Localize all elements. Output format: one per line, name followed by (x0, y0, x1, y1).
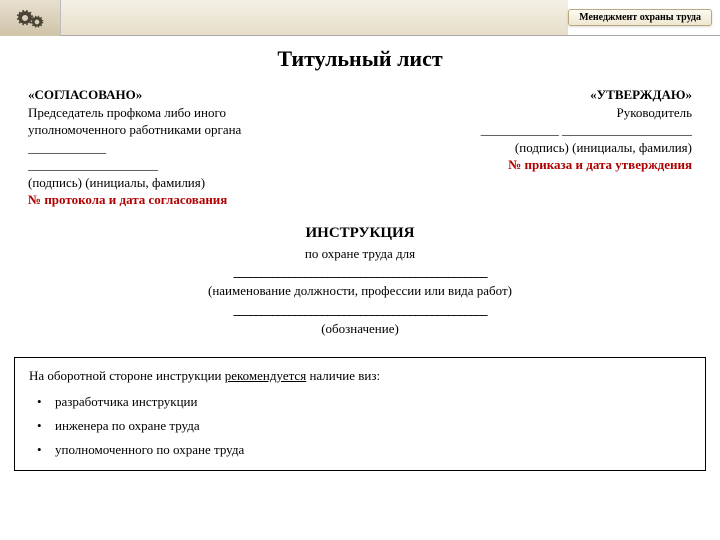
footer-box: На оборотной стороне инструкции рекоменд… (14, 357, 706, 471)
footer-intro: На оборотной стороне инструкции рекоменд… (29, 368, 691, 384)
approval-columns: «СОГЛАСОВАНО» Председатель профкома либо… (0, 86, 720, 209)
instruction-for: по охране труда для (28, 245, 692, 264)
list-item: разработчика инструкции (29, 390, 691, 414)
instruction-title: ИНСТРУКЦИЯ (28, 223, 692, 245)
approve-heading: «УТВЕРЖДАЮ» (372, 86, 692, 104)
agreed-line: Председатель профкома либо иного (28, 104, 348, 122)
footer-intro-text: наличие виз: (306, 368, 380, 383)
blank-line: ____________________ (28, 156, 348, 174)
header-bar: Менеджмент охраны труда (0, 0, 720, 36)
order-note: № приказа и дата утверждения (372, 156, 692, 174)
sign-hint: (подпись) (инициалы, фамилия) (28, 174, 348, 192)
agreed-heading: «СОГЛАСОВАНО» (28, 86, 348, 104)
instruction-block: ИНСТРУКЦИЯ по охране труда для _________… (0, 223, 720, 339)
agreed-block: «СОГЛАСОВАНО» Председатель профкома либо… (28, 86, 348, 209)
protocol-note: № протокола и дата согласования (28, 191, 348, 209)
footer-intro-underlined: рекомендуется (225, 368, 306, 383)
logo-gears (0, 0, 60, 36)
agreed-line: уполномоченного работниками органа (28, 121, 348, 139)
gear-icon (30, 15, 44, 29)
list-item: инженера по охране труда (29, 414, 691, 438)
footer-intro-text: На оборотной стороне инструкции (29, 368, 225, 383)
approve-block: «УТВЕРЖДАЮ» Руководитель ____________ __… (372, 86, 692, 209)
list-item: уполномоченного по охране труда (29, 438, 691, 462)
header-strip (60, 0, 568, 35)
visa-list: разработчика инструкции инженера по охра… (29, 390, 691, 462)
page-title: Титульный лист (0, 46, 720, 72)
header-badge: Менеджмент охраны труда (568, 9, 712, 26)
blank-line: ____________ ____________________ (372, 121, 692, 139)
underline: ________________________________________… (28, 263, 692, 282)
hint-designation: (обозначение) (28, 320, 692, 339)
underline: ________________________________________… (28, 301, 692, 320)
sign-hint: (подпись) (инициалы, фамилия) (372, 139, 692, 157)
blank-line: ____________ (28, 139, 348, 157)
hint-position: (наименование должности, профессии или в… (28, 282, 692, 301)
approve-line: Руководитель (372, 104, 692, 122)
